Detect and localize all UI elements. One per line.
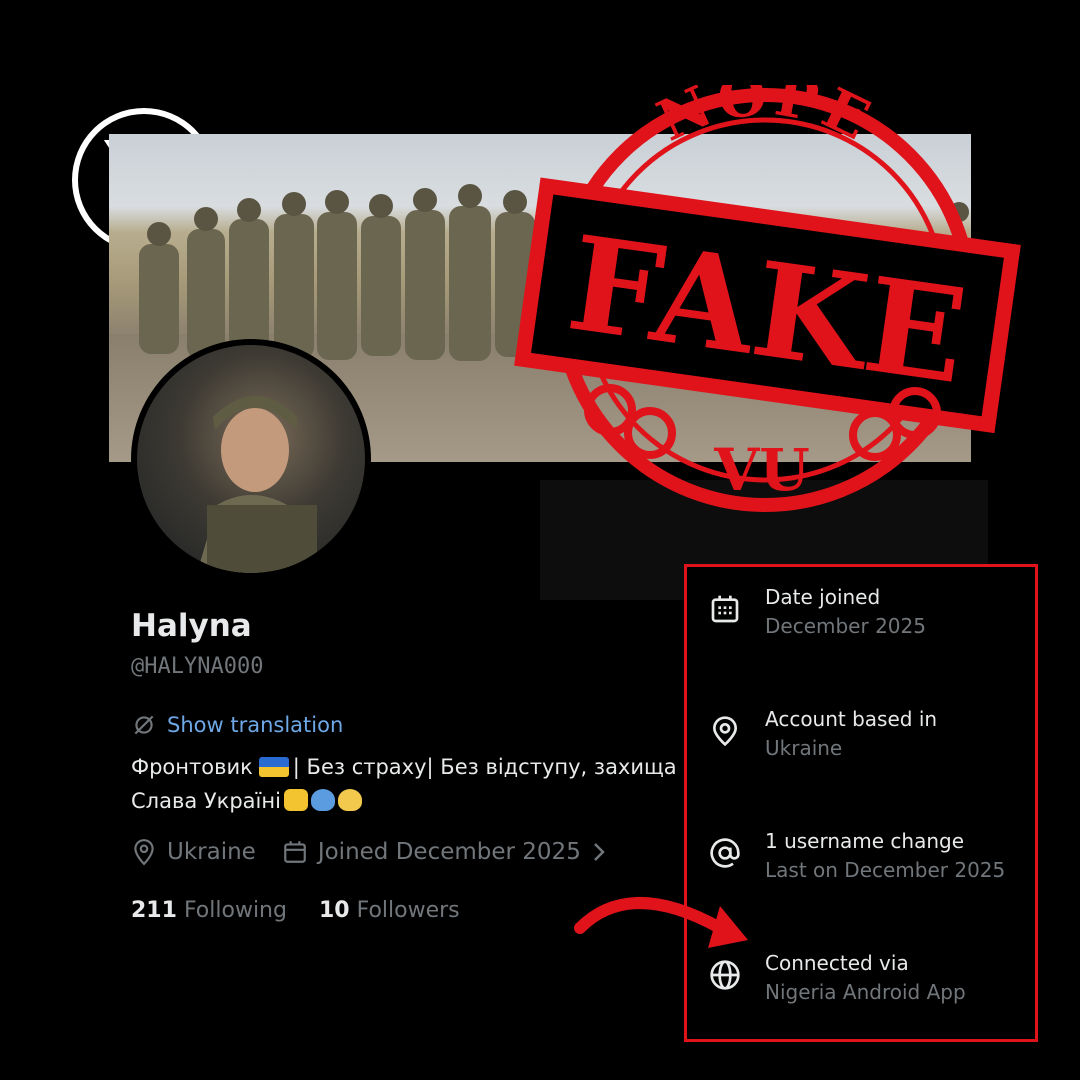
bio-text-1a: Фронтовик bbox=[131, 755, 253, 779]
profile-location: Ukraine bbox=[131, 838, 256, 866]
following-link[interactable]: 211 Following bbox=[131, 898, 287, 923]
about-account-panel: Date joined December 2025 Account based … bbox=[684, 564, 1038, 1042]
profile-bio: Фронтовик | Без страху| Без відступу, зах… bbox=[131, 750, 677, 818]
at-sign-icon bbox=[710, 838, 740, 868]
follow-stats: 211 Following 10 Followers bbox=[131, 898, 460, 923]
stamp-top-text: NOPE bbox=[648, 85, 879, 155]
calendar-icon bbox=[283, 841, 306, 863]
following-count: 211 bbox=[131, 898, 177, 923]
svg-text:NOPE: NOPE bbox=[648, 85, 883, 155]
followers-label: Followers bbox=[356, 898, 460, 923]
username-change-title: 1 username change bbox=[765, 829, 965, 853]
translate-icon bbox=[134, 715, 154, 735]
date-joined-title: Date joined bbox=[765, 585, 881, 609]
account-based-title: Account based in bbox=[765, 707, 938, 731]
red-arrow-icon bbox=[574, 897, 748, 948]
date-joined-value: December 2025 bbox=[765, 614, 926, 638]
username-change-value: Last on December 2025 bbox=[765, 858, 1006, 882]
profile-meta: Ukraine Joined December 2025 bbox=[131, 838, 625, 866]
profile-handle: @HALYNA000 bbox=[131, 654, 264, 679]
show-translation-label[interactable]: Show translation bbox=[167, 713, 343, 737]
followers-count: 10 bbox=[318, 898, 350, 923]
show-translation-link[interactable]: Show translation bbox=[131, 712, 343, 738]
profile-avatar[interactable] bbox=[131, 339, 371, 579]
ukraine-flag-icon bbox=[258, 757, 289, 777]
profile-name: Halyna bbox=[131, 608, 252, 644]
avatar-photo bbox=[197, 396, 317, 573]
blue-heart-icon bbox=[310, 789, 335, 811]
bio-text-2: Слава Україні bbox=[131, 789, 281, 813]
following-label: Following bbox=[183, 898, 287, 923]
profile-joined[interactable]: Joined December 2025 bbox=[282, 839, 607, 865]
bio-text-1b: | Без страху| Без відступу, захища bbox=[292, 755, 677, 779]
yellow-heart-icon bbox=[337, 789, 362, 811]
account-based-value: Ukraine bbox=[765, 736, 843, 760]
joined-label: Joined December 2025 bbox=[317, 839, 581, 865]
about-row-username-change: 1 username change Last on December 2025 bbox=[709, 827, 1005, 885]
raised-fist-icon bbox=[283, 789, 308, 811]
location-label: Ukraine bbox=[167, 839, 256, 865]
globe-icon bbox=[710, 960, 740, 990]
fake-stamp: NOPE FAKE VU bbox=[514, 85, 1021, 512]
about-row-date-joined: Date joined December 2025 bbox=[709, 583, 926, 641]
location-pin-icon bbox=[712, 716, 738, 747]
chevron-right-icon bbox=[593, 843, 605, 861]
stamp-bottom-text: VU bbox=[713, 436, 810, 504]
calendar-icon bbox=[711, 595, 739, 623]
location-pin-icon bbox=[134, 839, 154, 866]
connected-via-value: Nigeria Android App bbox=[765, 980, 966, 1004]
about-row-account-based: Account based in Ukraine bbox=[709, 705, 937, 763]
connected-via-title: Connected via bbox=[765, 951, 909, 975]
followers-link[interactable]: 10 Followers bbox=[319, 898, 460, 923]
